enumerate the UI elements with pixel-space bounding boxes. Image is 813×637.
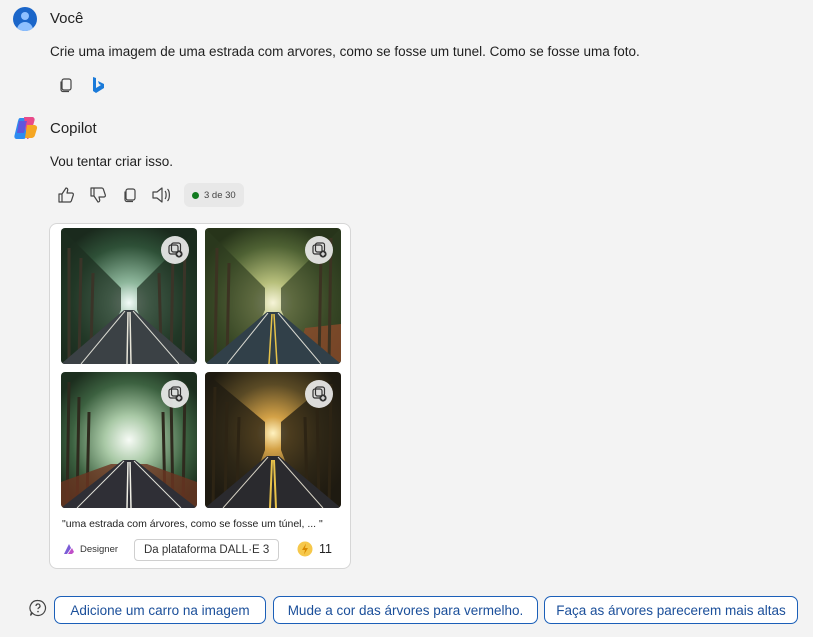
copilot-message-text: Vou tentar criar isso. [50, 154, 174, 169]
copilot-name: Copilot [50, 120, 97, 137]
suggestion-chip-3[interactable]: Faça as árvores parecerem mais altas [544, 596, 798, 624]
counter-text: 3 de 30 [204, 189, 236, 201]
add-to-collection-icon[interactable] [161, 380, 189, 408]
boost-icon [297, 541, 313, 557]
user-avatar [13, 7, 37, 31]
generated-image-4[interactable] [205, 372, 341, 508]
designer-icon [64, 544, 74, 554]
bing-icon[interactable] [88, 75, 108, 95]
copy-icon[interactable] [56, 75, 76, 95]
status-dot [192, 191, 199, 199]
generated-image-3[interactable] [61, 372, 197, 508]
designer-label: Designer [80, 543, 119, 555]
thumbs-up-icon[interactable] [56, 185, 76, 205]
suggestion-chip-2[interactable]: Mude a cor das árvores para vermelho. [273, 596, 538, 624]
copy-icon[interactable] [120, 185, 140, 205]
suggestion-chip-1[interactable]: Adicione um carro na imagem [54, 596, 266, 624]
speaker-icon[interactable] [151, 185, 171, 205]
add-to-collection-icon[interactable] [161, 236, 189, 264]
copilot-logo [13, 115, 39, 141]
add-to-collection-icon[interactable] [305, 236, 333, 264]
platform-badge: Da plataforma DALL·E 3 [134, 539, 280, 561]
generated-image-1[interactable] [61, 228, 197, 364]
user-message-text: Crie uma imagem de uma estrada com arvor… [50, 44, 640, 59]
boost-count: 11 [319, 542, 332, 556]
image-caption: "uma estrada com árvores, como se fosse … [62, 518, 323, 530]
generated-image-2[interactable] [205, 228, 341, 364]
help-icon[interactable] [29, 599, 47, 617]
boost-counter: 11 [297, 541, 332, 557]
thumbs-down-icon[interactable] [88, 185, 108, 205]
designer-link[interactable]: Designer [62, 542, 118, 556]
image-card: "uma estrada com árvores, como se fosse … [49, 223, 351, 569]
user-name: Você [50, 10, 84, 27]
add-to-collection-icon[interactable] [305, 380, 333, 408]
response-counter: 3 de 30 [184, 183, 244, 207]
